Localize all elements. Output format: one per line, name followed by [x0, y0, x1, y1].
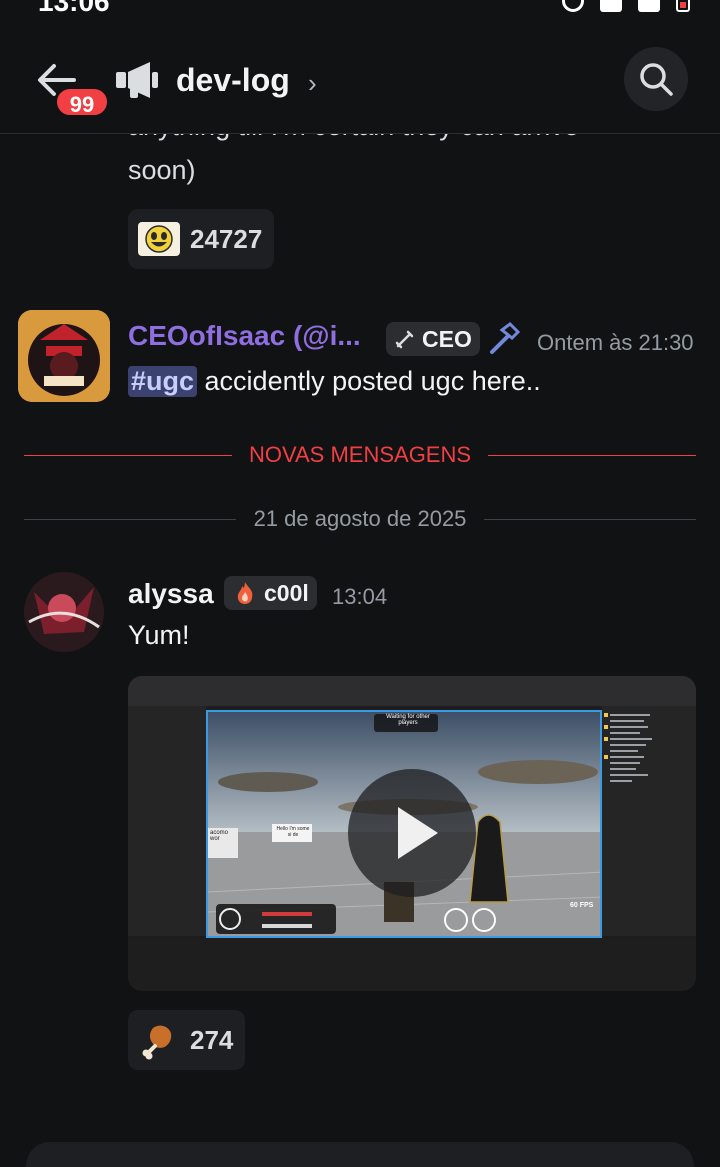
- play-icon: [398, 807, 438, 859]
- status-time: 13:06: [38, 0, 110, 17]
- editor-explorer-panel: [602, 706, 696, 936]
- status-icons: [562, 0, 690, 12]
- announcement-channel-icon: [114, 58, 160, 102]
- avatar[interactable]: [18, 310, 110, 402]
- role-label: c00l: [264, 579, 309, 606]
- reaction-count: 274: [190, 1024, 234, 1055]
- signal-icon: [638, 0, 660, 12]
- message-timestamp: Ontem às 21:30: [537, 330, 694, 355]
- video-billboard-left: acomo wor: [210, 830, 229, 842]
- channel-mention-link[interactable]: #ugc: [128, 366, 198, 397]
- message-composer[interactable]: [26, 1142, 694, 1167]
- search-button[interactable]: [624, 47, 688, 111]
- previous-message-text: anything till I'm certain they can arriv…: [128, 134, 579, 185]
- channel-title[interactable]: dev-log: [176, 62, 290, 99]
- fire-icon: [237, 582, 253, 604]
- editor-toolbar: [128, 676, 696, 706]
- unread-badge: 99: [54, 86, 110, 118]
- video-top-banner: Waiting for other players: [386, 714, 430, 726]
- role-tag[interactable]: c00l: [224, 576, 317, 610]
- play-button[interactable]: [348, 769, 476, 897]
- grinning-custom-emoji-icon: [138, 222, 180, 256]
- search-icon: [640, 63, 673, 96]
- role-tag[interactable]: CEO: [386, 322, 480, 356]
- message-timestamp: 13:04: [332, 584, 388, 609]
- role-label: CEO: [422, 325, 472, 352]
- chevron-right-icon[interactable]: ›: [308, 68, 317, 99]
- reaction-count: 24727: [190, 223, 263, 254]
- date-divider: 21 de agosto de 2025: [24, 504, 696, 534]
- reaction-pill[interactable]: 274: [128, 1010, 246, 1070]
- message-content: Yum!: [128, 620, 190, 650]
- date-label: 21 de agosto de 2025: [253, 506, 467, 531]
- sword-icon: [395, 330, 414, 349]
- message-author[interactable]: alyssa: [128, 578, 214, 610]
- message-content: #ugc accidently posted ugc here..: [128, 366, 541, 397]
- call-icon: [562, 0, 584, 12]
- video-fps: 60 FPS: [570, 902, 594, 909]
- new-messages-label: NOVAS MENSAGENS: [248, 442, 472, 467]
- hammer-icon: [486, 322, 521, 361]
- channel-header: 99 dev-log ›: [0, 20, 720, 134]
- wifi-icon: [600, 0, 622, 12]
- message-list[interactable]: anything till I'm certain they can arriv…: [0, 134, 720, 1167]
- editor-output-panel: [128, 938, 696, 991]
- editor-left-panel: [128, 706, 206, 936]
- avatar[interactable]: [24, 572, 104, 652]
- video-billboard-center: Hello I'm some si de: [276, 826, 310, 838]
- video-attachment[interactable]: Waiting for other players acomo wor Hell…: [128, 676, 696, 991]
- poultry-leg-icon: [138, 1023, 180, 1060]
- battery-icon: [676, 0, 690, 12]
- status-bar: 13:06: [0, 0, 720, 20]
- new-messages-divider: NOVAS MENSAGENS: [24, 440, 696, 470]
- message-author[interactable]: CEOofIsaac (@i...: [128, 320, 361, 352]
- reaction-pill[interactable]: 24727: [128, 209, 275, 269]
